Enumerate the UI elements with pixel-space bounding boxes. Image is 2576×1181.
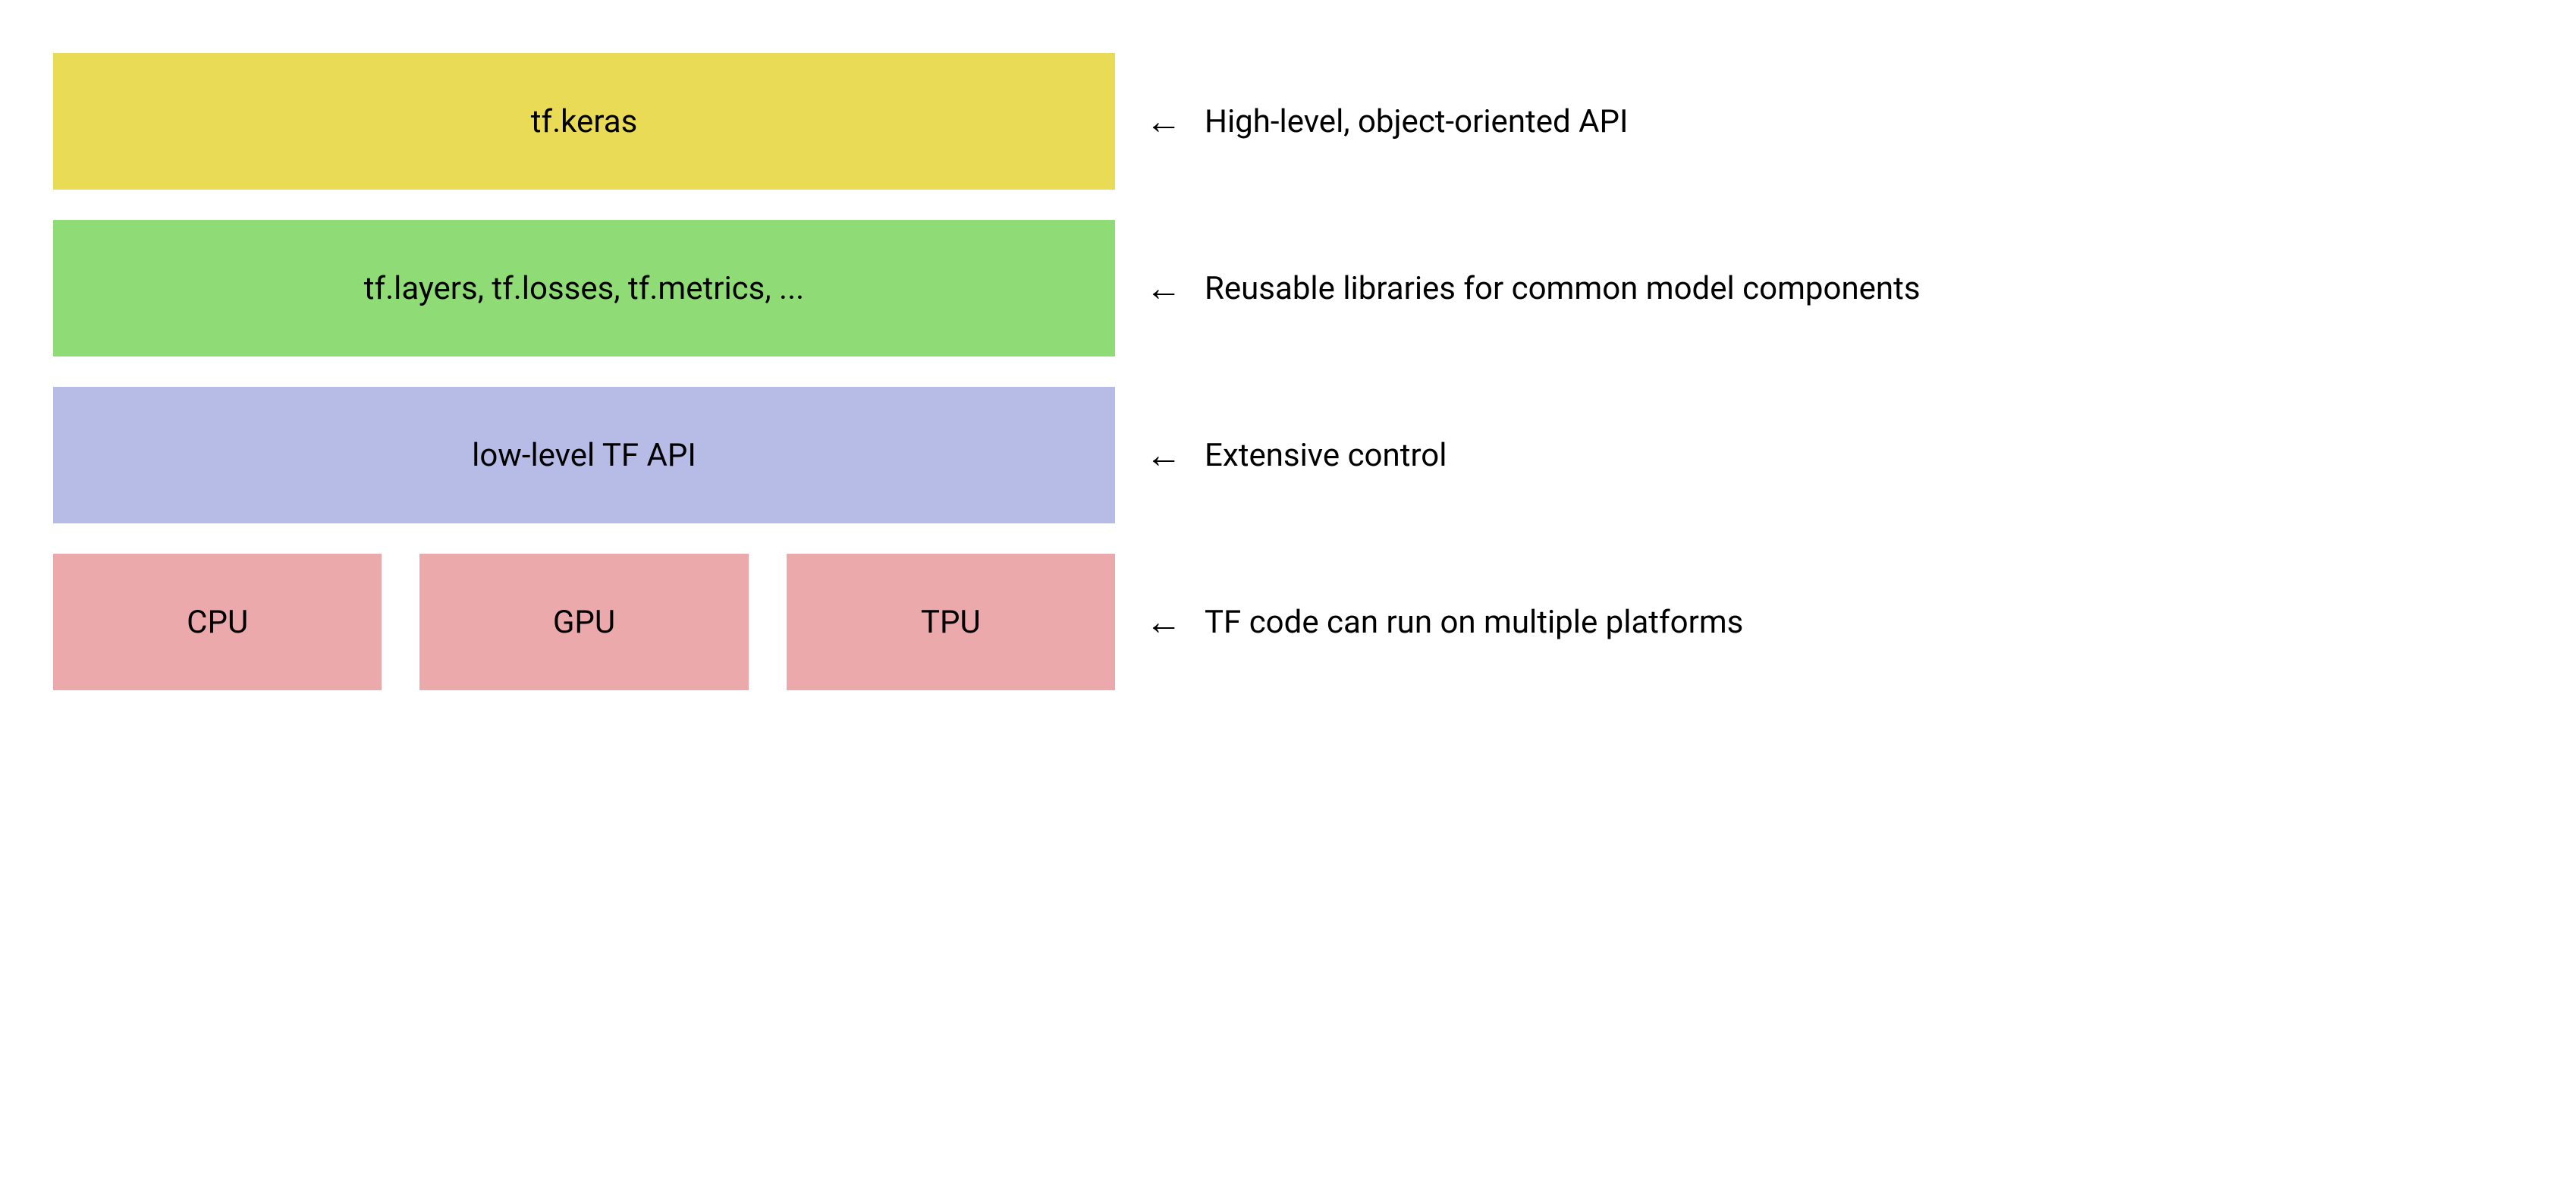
tpu-label: TPU	[921, 604, 981, 641]
tpu-block: TPU	[787, 554, 1115, 690]
layer-row-hardware: CPU GPU TPU ← TF code can run on multipl…	[53, 554, 2523, 690]
libraries-annotation: ← Reusable libraries for common model co…	[1145, 270, 1921, 307]
lowlevel-description: Extensive control	[1205, 437, 1447, 474]
keras-description: High-level, object-oriented API	[1205, 103, 1628, 140]
libraries-description: Reusable libraries for common model comp…	[1205, 270, 1921, 307]
lowlevel-block: low-level TF API	[53, 387, 1115, 523]
keras-annotation: ← High-level, object-oriented API	[1145, 103, 1628, 140]
block-area: low-level TF API	[53, 387, 1115, 523]
arrow-left-icon: ←	[1145, 604, 1182, 640]
block-area: CPU GPU TPU	[53, 554, 1115, 690]
tensorflow-api-hierarchy-diagram: tf.keras ← High-level, object-oriented A…	[53, 53, 2523, 690]
layer-row-libraries: tf.layers, tf.losses, tf.metrics, ... ← …	[53, 220, 2523, 356]
hardware-annotation: ← TF code can run on multiple platforms	[1145, 604, 1743, 641]
gpu-block: GPU	[419, 554, 748, 690]
hardware-blocks: CPU GPU TPU	[53, 554, 1115, 690]
libraries-label: tf.layers, tf.losses, tf.metrics, ...	[364, 270, 804, 307]
lowlevel-annotation: ← Extensive control	[1145, 437, 1447, 474]
hardware-description: TF code can run on multiple platforms	[1205, 604, 1743, 641]
lowlevel-label: low-level TF API	[472, 437, 696, 474]
arrow-left-icon: ←	[1145, 437, 1182, 473]
block-area: tf.layers, tf.losses, tf.metrics, ...	[53, 220, 1115, 356]
arrow-left-icon: ←	[1145, 270, 1182, 306]
keras-label: tf.keras	[531, 103, 638, 140]
keras-block: tf.keras	[53, 53, 1115, 190]
gpu-label: GPU	[553, 604, 615, 641]
block-area: tf.keras	[53, 53, 1115, 190]
layer-row-lowlevel: low-level TF API ← Extensive control	[53, 387, 2523, 523]
cpu-block: CPU	[53, 554, 382, 690]
arrow-left-icon: ←	[1145, 103, 1182, 140]
cpu-label: CPU	[187, 604, 248, 641]
libraries-block: tf.layers, tf.losses, tf.metrics, ...	[53, 220, 1115, 356]
layer-row-keras: tf.keras ← High-level, object-oriented A…	[53, 53, 2523, 190]
